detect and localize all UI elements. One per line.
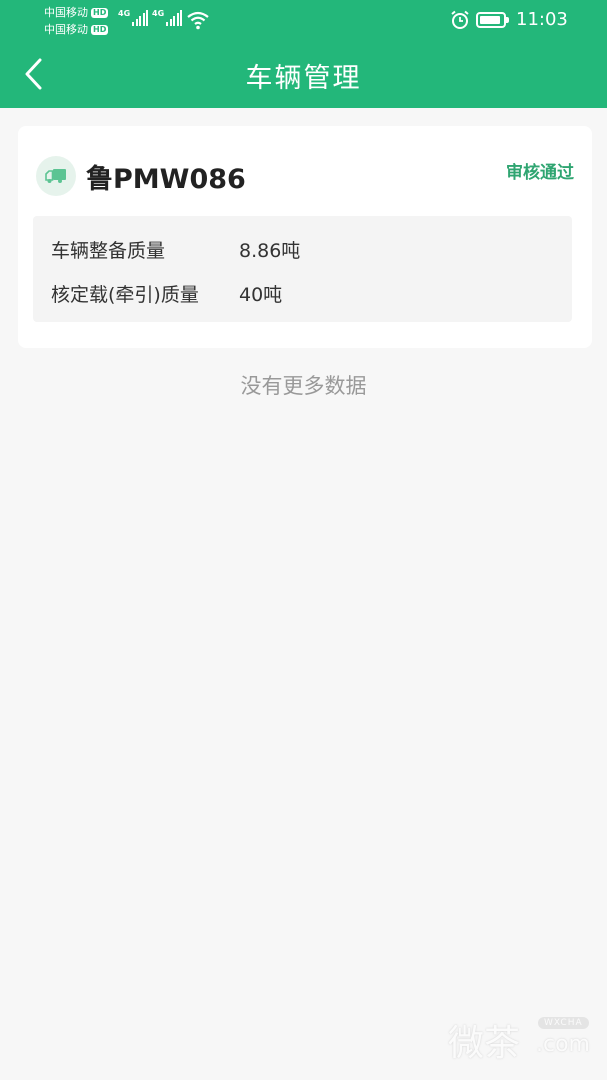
detail-label: 核定载(牵引)质量 (51, 284, 199, 306)
truck-icon (36, 156, 76, 196)
signal-icon: 4G (152, 9, 184, 26)
no-more-data-text: 没有更多数据 (240, 374, 367, 398)
network-type-label: 4G (118, 9, 131, 18)
signal-icon: 4G (118, 9, 150, 26)
vehicle-card[interactable]: 鲁PMW086 审核通过 车辆整备质量 8.86吨 核定载(牵引)质量 40吨 (18, 126, 592, 348)
battery-icon (476, 12, 509, 28)
detail-row-rated-load: 核定载(牵引)质量 40吨 (51, 280, 282, 307)
carrier-name: 中国移动 (44, 23, 88, 36)
watermark-domain: .com (536, 1032, 590, 1057)
detail-row-curb-weight: 车辆整备质量 8.86吨 (51, 236, 300, 263)
wifi-icon (187, 11, 209, 30)
alarm-icon (451, 10, 469, 29)
detail-value: 40吨 (239, 284, 283, 306)
top-bar: 中国移动 HD 中国移动 HD 4G 4G 11:03 车辆管理 (0, 0, 607, 108)
watermark-badge: WXCHA (538, 1017, 589, 1029)
network-type-label: 4G (152, 9, 165, 18)
battery-level (480, 16, 500, 24)
carrier-row-2: 中国移动 HD (44, 21, 109, 38)
detail-value: 8.86吨 (239, 240, 301, 262)
page-title: 车辆管理 (245, 63, 362, 94)
carrier-row-1: 中国移动 HD (44, 4, 109, 21)
carrier-name: 中国移动 (44, 6, 88, 19)
vehicle-management-screen: 中国移动 HD 中国移动 HD 4G 4G 11:03 车辆管理 鲁PMW086… (0, 0, 607, 1080)
carrier-info: 中国移动 HD 中国移动 HD (44, 4, 109, 38)
watermark-text: 微茶 (448, 1023, 521, 1064)
status-badge: 审核通过 (506, 163, 574, 183)
navigation-bar: 车辆管理 (0, 40, 607, 108)
hd-badge: HD (91, 24, 109, 35)
vehicle-details: 车辆整备质量 8.86吨 核定载(牵引)质量 40吨 (33, 216, 572, 322)
watermark-logo: 微茶 WXCHA .com (448, 1012, 598, 1064)
clock: 11:03 (516, 9, 568, 30)
status-bar: 中国移动 HD 中国移动 HD 4G 4G 11:03 (0, 0, 607, 40)
license-plate: 鲁PMW086 (86, 164, 246, 195)
detail-label: 车辆整备质量 (51, 240, 166, 262)
hd-badge: HD (91, 7, 109, 18)
